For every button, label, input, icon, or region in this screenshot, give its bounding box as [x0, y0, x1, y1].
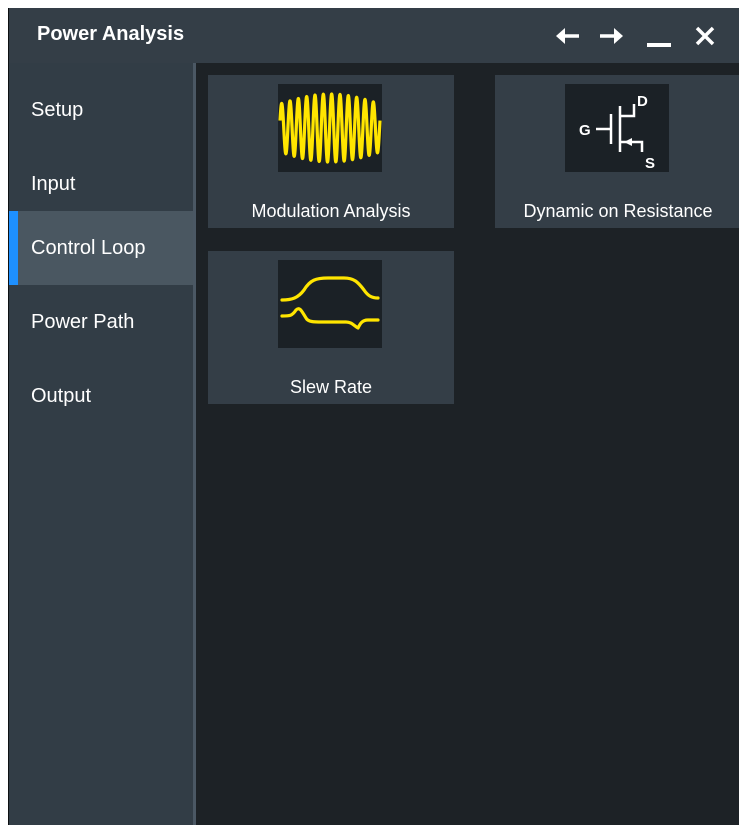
sidebar-item-label: Control Loop [31, 236, 146, 259]
slew-rate-tile[interactable]: Slew Rate [208, 251, 454, 404]
modulation-waveform-icon [278, 84, 382, 172]
sidebar-item-control-loop[interactable]: Control Loop [9, 211, 193, 285]
dialog-title: Power Analysis [37, 23, 185, 45]
forward-arrow-icon[interactable] [593, 18, 629, 54]
gate-terminal-label: G [579, 122, 591, 139]
source-terminal-label: S [645, 155, 655, 172]
tile-label: Slew Rate [289, 377, 373, 397]
sidebar-item-label: Power Path [31, 310, 135, 333]
sidebar-divider [193, 63, 196, 825]
tile-label: Dynamic on Resistance [523, 201, 713, 221]
sidebar-item-input[interactable]: Input [9, 147, 193, 221]
modulation-analysis-tile[interactable]: Modulation Analysis [208, 75, 454, 228]
sidebar: Setup Input Control Loop Power Path Outp… [9, 63, 193, 825]
sidebar-item-power-path[interactable]: Power Path [9, 285, 193, 359]
sidebar-item-setup[interactable]: Setup [9, 73, 193, 147]
sidebar-item-output[interactable]: Output [9, 359, 193, 433]
mosfet-icon: G D S [565, 84, 669, 172]
slew-rate-waveform-icon [278, 260, 382, 348]
tile-label: Modulation Analysis [251, 201, 411, 221]
dynamic-on-resistance-tile[interactable]: G D S Dynamic on Resistance [495, 75, 739, 228]
minimize-icon[interactable] [641, 18, 677, 54]
close-icon[interactable] [687, 18, 723, 54]
sidebar-item-label: Output [31, 384, 92, 407]
title-bar: Power Analysis [9, 8, 739, 63]
drain-terminal-label: D [637, 93, 648, 110]
sidebar-item-label: Setup [31, 98, 84, 121]
sidebar-item-label: Input [31, 172, 76, 195]
power-analysis-dialog: Power Analysis Setup Input Control Loop … [8, 8, 739, 825]
back-arrow-icon[interactable] [550, 18, 586, 54]
